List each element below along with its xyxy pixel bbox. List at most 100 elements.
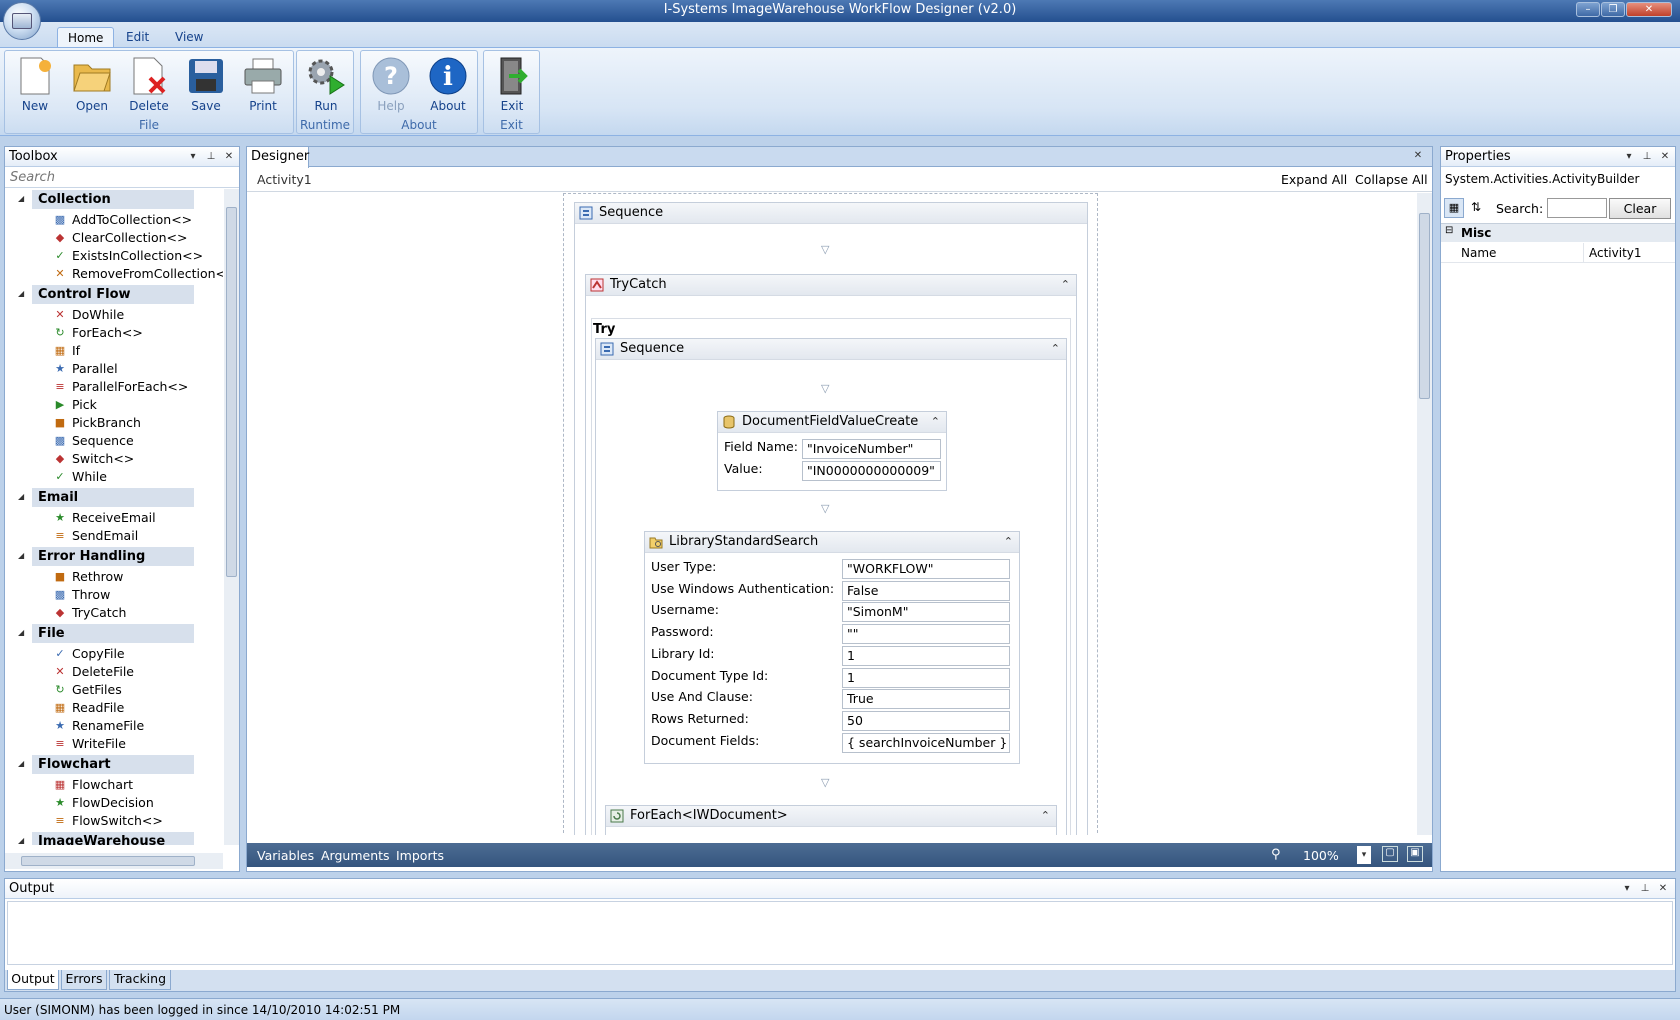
designer-vertical-scrollbar[interactable]	[1417, 193, 1432, 835]
imports-tab[interactable]: Imports	[396, 848, 444, 863]
lss-property-input[interactable]: "WORKFLOW"	[842, 559, 1010, 579]
tab-edit[interactable]: Edit	[116, 27, 159, 48]
drop-target-icon[interactable]: ▽	[821, 502, 829, 515]
lss-property-input[interactable]: 50	[842, 710, 1010, 731]
overview-map-icon[interactable]: ▣	[1407, 846, 1423, 862]
toolbox-category[interactable]: File	[32, 624, 194, 643]
lss-property-input[interactable]: False	[842, 580, 1010, 601]
output-pin-icon[interactable]: ⊥	[1639, 883, 1651, 895]
category-expander-icon[interactable]: ◢	[18, 492, 24, 501]
properties-search-input[interactable]	[1547, 198, 1607, 218]
foreach-activity[interactable]: ForEach<IWDocument> ⌃	[605, 805, 1057, 835]
toolbox-scroll-thumb[interactable]	[226, 207, 237, 577]
drop-target-icon[interactable]: ▽	[821, 382, 829, 395]
collapse-chevron-icon[interactable]: ⌃	[1061, 275, 1070, 295]
toolbox-item[interactable]: ★ ReceiveEmail	[53, 509, 223, 526]
toolbox-item[interactable]: ▩ Sequence	[53, 432, 223, 449]
toolbox-item[interactable]: ✕ DeleteFile	[53, 663, 223, 680]
maximize-button[interactable]: ❐	[1601, 2, 1625, 17]
toolbox-category[interactable]: Error Handling	[32, 547, 194, 566]
toolbox-category[interactable]: Control Flow	[32, 285, 194, 304]
toolbox-search-input[interactable]	[5, 168, 239, 188]
lss-property-input[interactable]: 1	[842, 667, 1010, 688]
drop-target-icon[interactable]: ▽	[821, 776, 829, 789]
collapse-chevron-icon[interactable]: ⌃	[1051, 339, 1060, 359]
lss-property-input[interactable]: True	[842, 689, 1010, 710]
category-expander-icon[interactable]: ◢	[18, 289, 24, 298]
toolbox-item[interactable]: ▦ Flowchart	[53, 776, 223, 793]
exit-button[interactable]: Exit	[486, 54, 538, 118]
toolbox-item[interactable]: ■ Rethrow	[53, 568, 223, 585]
library-standard-search-activity[interactable]: LibraryStandardSearch ⌃ User Type: "WORKFL…	[644, 531, 1020, 764]
toolbox-item[interactable]: ≡ WriteFile	[53, 735, 223, 752]
clear-button[interactable]: Clear	[1609, 198, 1671, 219]
breadcrumb[interactable]: Activity1	[257, 172, 312, 187]
sort-alphabetical-icon[interactable]: ⇅	[1466, 198, 1486, 218]
toolbox-horizontal-scrollbar[interactable]	[5, 853, 223, 869]
minimize-button[interactable]: –	[1576, 2, 1600, 17]
collapse-chevron-icon[interactable]: ⌃	[1041, 806, 1050, 826]
document-field-value-create-activity[interactable]: DocumentFieldValueCreate ⌃ Field Name: "I…	[717, 411, 947, 491]
fit-to-screen-icon[interactable]: ▢	[1382, 846, 1398, 862]
category-expander-icon[interactable]: ◢	[18, 628, 24, 637]
toolbox-item[interactable]: ↻ ForEach<>	[53, 324, 223, 341]
print-button[interactable]: Print	[237, 54, 289, 118]
new-button[interactable]: New	[9, 54, 61, 118]
toolbox-item[interactable]: ≡ ParallelForEach<>	[53, 378, 223, 395]
toolbox-item[interactable]: ≡ SendEmail	[53, 527, 223, 544]
output-dropdown-icon[interactable]: ▾	[1621, 883, 1633, 895]
toolbox-item[interactable]: ↻ GetFiles	[53, 681, 223, 698]
property-value[interactable]: Activity1	[1589, 246, 1642, 260]
toolbox-item[interactable]: ▶ Pick	[53, 396, 223, 413]
toolbox-item[interactable]: ■ PickBranch	[53, 414, 223, 431]
category-expander-icon[interactable]: ◢	[18, 551, 24, 560]
lss-property-input[interactable]: "SimonM"	[842, 602, 1010, 623]
lss-property-input[interactable]: ""	[842, 624, 1010, 645]
toolbox-dropdown-icon[interactable]: ▾	[187, 151, 199, 163]
toolbox-pin-icon[interactable]: ⊥	[205, 151, 217, 163]
toolbox-item[interactable]: ◆ Switch<>	[53, 450, 223, 467]
tracking-tab[interactable]: Tracking	[109, 970, 171, 990]
properties-pin-icon[interactable]: ⊥	[1641, 151, 1653, 163]
save-button[interactable]: Save	[180, 54, 232, 118]
toolbox-vertical-scrollbar[interactable]	[224, 189, 239, 845]
toolbox-item[interactable]: ◆ ClearCollection<>	[53, 229, 223, 246]
value-input[interactable]: "IN0000000000009"	[802, 461, 941, 481]
close-window-button[interactable]: ✕	[1626, 2, 1672, 17]
collapse-toggle-icon[interactable]: ⊟	[1445, 225, 1453, 236]
help-button[interactable]: ? Help	[365, 54, 417, 118]
arguments-tab[interactable]: Arguments	[321, 848, 390, 863]
open-button[interactable]: Open	[66, 54, 118, 118]
category-expander-icon[interactable]: ◢	[18, 836, 24, 845]
toolbox-category[interactable]: Collection	[32, 190, 194, 209]
designer-close-icon[interactable]: ✕	[1412, 150, 1424, 162]
output-tab[interactable]: Output	[7, 970, 59, 990]
zoom-level[interactable]: 100%	[1303, 848, 1339, 863]
toolbox-category[interactable]: Flowchart	[32, 755, 194, 774]
toolbox-item[interactable]: ✕ DoWhile	[53, 306, 223, 323]
properties-close-icon[interactable]: ✕	[1659, 151, 1671, 163]
toolbox-item[interactable]: ≡ FlowSwitch<>	[53, 812, 223, 829]
toolbox-close-icon[interactable]: ✕	[223, 151, 235, 163]
toolbox-item[interactable]: ▦ ReadFile	[53, 699, 223, 716]
zoom-magnifier-icon[interactable]: ⚲	[1271, 847, 1281, 862]
designer-tab[interactable]: Designer	[247, 147, 309, 168]
application-menu-button[interactable]	[3, 2, 41, 40]
collapse-chevron-icon[interactable]: ⌃	[931, 412, 940, 432]
zoom-dropdown-icon[interactable]: ▾	[1357, 846, 1371, 864]
toolbox-item[interactable]: ✓ While	[53, 468, 223, 485]
toolbox-hscroll-thumb[interactable]	[21, 856, 195, 866]
errors-tab[interactable]: Errors	[61, 970, 107, 990]
toolbox-category[interactable]: ImageWarehouse	[32, 832, 194, 845]
field-name-input[interactable]: "InvoiceNumber"	[802, 439, 941, 459]
toolbox-item[interactable]: ✓ CopyFile	[53, 645, 223, 662]
drop-target-icon[interactable]: ▽	[821, 243, 829, 256]
category-expander-icon[interactable]: ◢	[18, 194, 24, 203]
collapse-all-link[interactable]: Collapse All	[1355, 172, 1428, 187]
toolbox-item[interactable]: ★ Parallel	[53, 360, 223, 377]
properties-dropdown-icon[interactable]: ▾	[1623, 151, 1635, 163]
properties-category-misc[interactable]: ⊟ Misc	[1441, 223, 1675, 242]
toolbox-item[interactable]: ✕ RemoveFromCollection<>	[53, 265, 223, 282]
toolbox-item[interactable]: ✓ ExistsInCollection<>	[53, 247, 223, 264]
toolbox-item[interactable]: ◆ TryCatch	[53, 604, 223, 621]
